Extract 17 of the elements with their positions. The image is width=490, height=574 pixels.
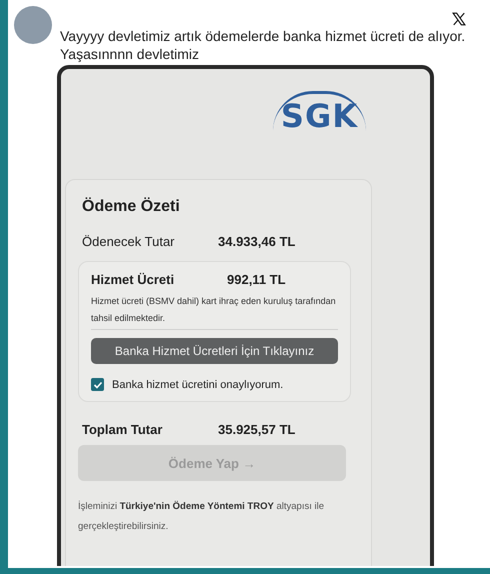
fee-label: Hizmet Ücreti	[91, 272, 176, 287]
post-text: Vayyyy devletimiz artık ödemelerde banka hizmet ücreti de alıyor.	[60, 27, 466, 45]
x-logo-icon[interactable]	[452, 12, 466, 26]
total-label: Toplam Tutar	[82, 422, 164, 437]
post-text: Yaşasınnnn devletimiz	[60, 45, 200, 63]
avatar	[14, 6, 52, 44]
total-value: 35.925,57 TL	[218, 422, 296, 437]
fee-note: Hizmet ücreti (BSMV dahil) kart ihraç eden kuruluş tarafından tahsil edilmektedir.	[91, 293, 338, 330]
amount-label: Ödenecek Tutar	[82, 234, 176, 249]
consent-checkbox[interactable]	[91, 378, 104, 391]
footer-text: İşleminizi Türkiye'nin Ödeme Yöntemi TROY altyapısı ile gerçekleştirebilirsiniz.	[78, 500, 325, 534]
amount-value: 34.933,46 TL	[218, 234, 296, 249]
sgk-logo: SGK	[272, 91, 366, 136]
fee-value: 992,11 TL	[227, 272, 286, 287]
bank-fees-button[interactable]: Banka Hizmet Ücretleri İçin Tıklayınız	[91, 338, 338, 364]
card-title: Ödeme Özeti	[82, 198, 181, 216]
consent-label: Banka hizmet ücretini onaylıyorum.	[112, 378, 284, 390]
